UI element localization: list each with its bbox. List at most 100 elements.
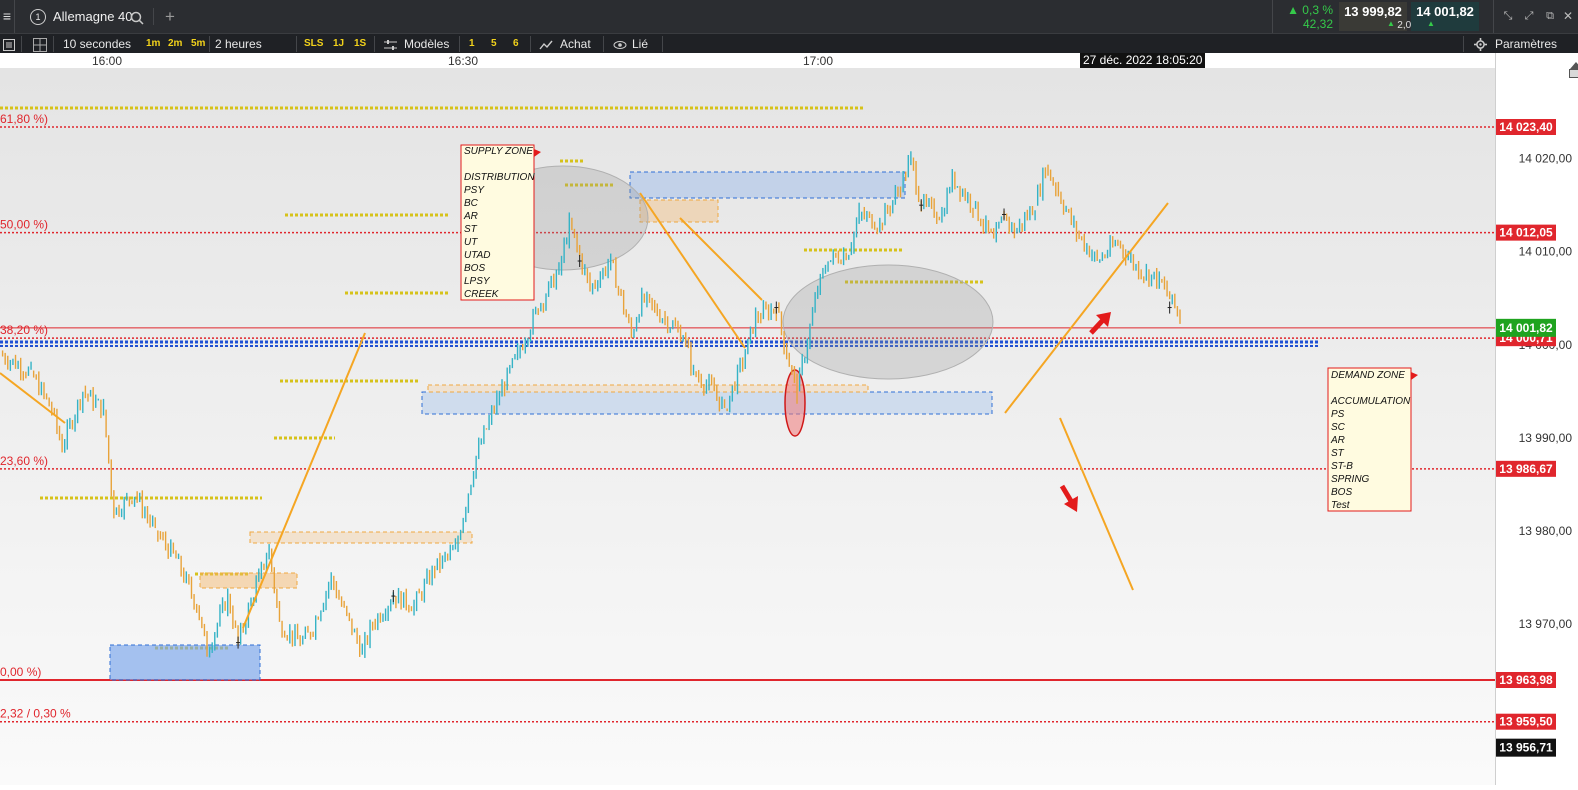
zone-item: ST: [464, 224, 478, 235]
fib-level-label: 2,32 / 0,30 %: [0, 707, 71, 721]
divider: [1272, 0, 1273, 33]
range-sls[interactable]: SLS: [304, 34, 323, 54]
bid-price: 13 999,82: [1344, 4, 1402, 19]
collapse-icon[interactable]: ⤡: [1499, 0, 1517, 33]
up-arrow-icon[interactable]: [1089, 312, 1111, 335]
zone-item: DISTRIBUTION: [464, 172, 535, 183]
time-tick: 16:30: [448, 54, 479, 68]
time-tick: 16:00: [92, 54, 123, 68]
low-price-label: 13 956,71: [1499, 741, 1553, 755]
blue-zone[interactable]: [629, 171, 906, 199]
fib-price-label: 13 986,67: [1499, 462, 1553, 476]
zone-item: UTAD: [464, 250, 490, 261]
trendline[interactable]: [679, 217, 763, 301]
divider: [53, 36, 54, 52]
ask-price: 14 001,82: [1416, 4, 1474, 19]
blue-zone[interactable]: [421, 391, 993, 415]
zone-item: BC: [464, 198, 479, 209]
price-axis[interactable]: 14 020,0014 010,0014 000,0013 990,0013 9…: [1495, 53, 1578, 785]
template-slot-1[interactable]: 1: [469, 34, 475, 54]
price-axis-labels: 14 020,0014 010,0014 000,0013 990,0013 9…: [1496, 119, 1573, 757]
divider: [459, 36, 460, 52]
fibonacci-levels: 61,80 %) 50,00 %) 38,20 %) 23,60 %) 0,00 %) 2…: [0, 112, 1495, 723]
chart-plot-area[interactable]: 61,80 %) 50,00 %) 38,20 %) 23,60 %) 0,00 %) 2…: [0, 68, 1495, 785]
period-2m[interactable]: 2m: [168, 34, 182, 54]
divider: [209, 36, 210, 52]
chart-toolbar: 10 secondes 1m 2m 5m 2 heures SLS 1J 1S …: [0, 33, 1578, 54]
price-tick-label: 13 990,00: [1519, 431, 1573, 445]
trendline[interactable]: [242, 332, 366, 629]
plus-icon[interactable]: +: [162, 0, 178, 33]
fib-level-label: 61,80 %): [0, 112, 48, 126]
range-selector[interactable]: 2 heures: [215, 34, 262, 54]
blue-zone[interactable]: [109, 644, 261, 681]
ask-price-box[interactable]: 14 001,82 ▲: [1411, 2, 1479, 31]
popout-icon[interactable]: ⧉: [1541, 0, 1559, 33]
zone-item: SC: [1331, 422, 1346, 433]
demand-zone-title: DEMAND ZONE: [1331, 370, 1405, 381]
expand-icon[interactable]: ⤢: [1520, 0, 1538, 33]
price-tick-label: 14 010,00: [1519, 245, 1573, 259]
divider: [153, 8, 154, 25]
trendline[interactable]: [0, 372, 66, 424]
buy-button[interactable]: Achat: [560, 34, 591, 54]
layout-grid-icon[interactable]: [32, 34, 48, 54]
orange-zone[interactable]: [249, 531, 473, 544]
template-slot-5[interactable]: 5: [491, 34, 497, 54]
template-slot-6[interactable]: 6: [513, 34, 519, 54]
divider: [662, 36, 663, 52]
link-button[interactable]: Lié: [632, 34, 648, 54]
gear-icon[interactable]: [1474, 34, 1490, 54]
down-arrow-icon[interactable]: [1059, 484, 1078, 512]
divider: [21, 36, 22, 52]
zone-item: Test: [1331, 500, 1351, 511]
zone-item: LPSY: [464, 276, 491, 287]
zone-item: ST: [1331, 448, 1345, 459]
divider: [374, 36, 375, 52]
fib-price-label: 13 959,50: [1499, 715, 1553, 729]
instrument-number: 1: [30, 9, 46, 25]
templates-button[interactable]: Modèles: [404, 34, 449, 54]
orange-zone[interactable]: [199, 572, 298, 589]
zone-item: UT: [464, 237, 478, 248]
hamburger-menu-icon[interactable]: ≡: [0, 0, 14, 33]
list-icon[interactable]: [2, 34, 16, 54]
cursor-time-label: 27 déc. 2022 18:05:20: [1080, 53, 1206, 68]
settings-button[interactable]: Paramètres: [1495, 34, 1557, 54]
eye-link-icon: [613, 34, 629, 54]
fib-price-label: 14 023,40: [1499, 120, 1553, 134]
price-tick-label: 14 020,00: [1519, 152, 1573, 166]
close-icon[interactable]: ✕: [1560, 0, 1576, 33]
price-tick-label: 13 970,00: [1519, 617, 1573, 631]
period-selector[interactable]: 10 secondes: [63, 34, 131, 54]
zone-item: AR: [1330, 435, 1345, 446]
zone-item: AR: [463, 211, 478, 222]
fib-price-label: 13 963,98: [1499, 673, 1553, 687]
zone-item: CREEK: [464, 289, 500, 300]
instrument-name[interactable]: Allemagne 40: [53, 0, 133, 33]
flag-icon: [534, 149, 541, 157]
divider: [1463, 36, 1464, 52]
fib-level-label: 0,00 %): [0, 665, 41, 679]
zone-item: ST-B: [1331, 461, 1353, 472]
period-5m[interactable]: 5m: [191, 34, 205, 54]
price-chart[interactable]: 61,80 %) 50,00 %) 38,20 %) 23,60 %) 0,00 %) 2…: [0, 68, 1495, 785]
period-1m[interactable]: 1m: [146, 34, 160, 54]
zone-item: PSY: [464, 185, 485, 196]
fib-price-label: 14 012,05: [1499, 226, 1553, 240]
up-arrow-icon: ▲: [1427, 19, 1435, 28]
change-percent: ▲ 0,3 %: [1287, 3, 1333, 17]
zone-item: SPRING: [1331, 474, 1370, 485]
search-icon[interactable]: [128, 0, 146, 33]
last-price-label: 14 001,82: [1499, 321, 1553, 335]
divider: [603, 36, 604, 52]
divider: [14, 0, 15, 33]
fib-level-label: 23,60 %): [0, 454, 48, 468]
divider: [296, 36, 297, 52]
top-bar: ≡ 1 Allemagne 40 + ▲ 0,3 % 42,32 13 999,…: [0, 0, 1578, 33]
trendline[interactable]: [1004, 202, 1169, 414]
accumulation-ellipse[interactable]: [782, 264, 994, 380]
fib-level-label: 50,00 %): [0, 218, 48, 232]
range-1j[interactable]: 1J: [333, 34, 344, 54]
range-1s[interactable]: 1S: [354, 34, 366, 54]
